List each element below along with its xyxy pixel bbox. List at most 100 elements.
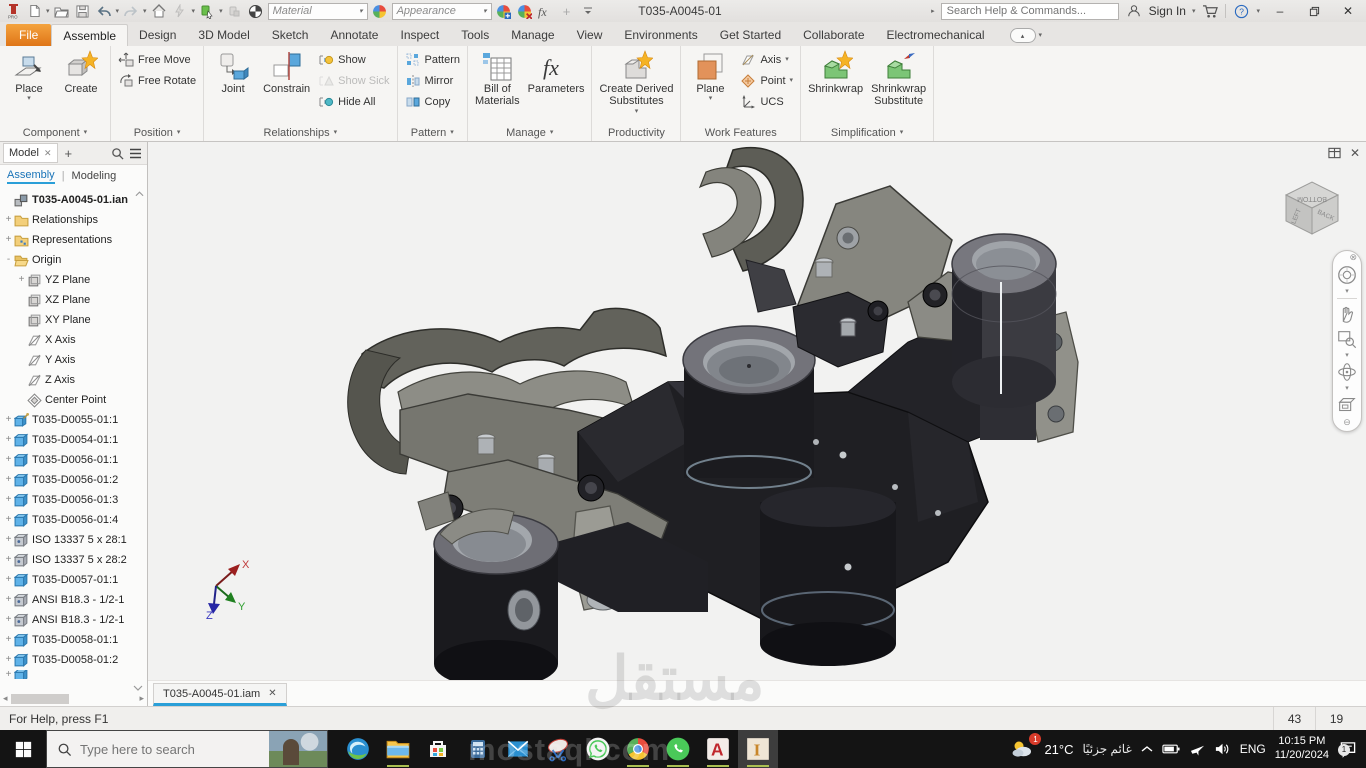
battery-icon[interactable] [1162,743,1181,755]
dropdown-caret-icon[interactable]: ▾ [709,95,713,102]
redo-icon[interactable] [122,2,140,20]
mirror-button[interactable]: Mirror [402,70,463,91]
ribbon-collapse-caret[interactable]: ▾ [1039,32,1043,39]
dropdown-caret-icon[interactable]: ▾ [790,77,794,84]
panel-caret-icon[interactable]: ▾ [550,129,554,136]
taskbar-whatsapp-icon[interactable] [658,730,698,768]
help-caret[interactable]: ▾ [1256,8,1260,15]
tree-item-xy-plane[interactable]: XY Plane [0,310,147,330]
place-button[interactable]: Place ▾ [4,49,54,103]
panel-title-productivity[interactable]: Productivity [596,124,676,141]
ribbon-display-options[interactable]: ▴ ▾ [1009,28,1043,43]
taskbar-calculator-icon[interactable] [458,730,498,768]
color-wheel-icon[interactable] [371,2,389,20]
panel-caret-icon[interactable]: ▾ [334,129,338,136]
tree-item-t035-d0056-01-2[interactable]: + T035-D0056-01:2 [0,470,147,490]
shrinkwrap-button[interactable]: Shrinkwrap [805,49,866,96]
expand-icon[interactable]: + [3,555,14,565]
panel-title-manage[interactable]: Manage ▾ [472,124,587,141]
document-tab[interactable]: T035-A0045-01.iam ✕ [153,683,287,706]
viewport-canvas[interactable] [148,142,1366,706]
expand-icon[interactable]: + [3,595,14,605]
zoom-caret[interactable]: ▾ [1345,352,1349,359]
panel-title-work-features[interactable]: Work Features [685,124,796,141]
subwindow-layout-icon[interactable] [1328,147,1341,159]
tree-item-t035-d0058-01-2[interactable]: + T035-D0058-01:2 [0,650,147,670]
taskbar-inventor-icon[interactable]: I [738,730,778,768]
taskbar-edge-icon[interactable] [338,730,378,768]
help-search-input[interactable] [940,2,1119,20]
search-highlight-image[interactable] [269,731,327,767]
new-file-caret[interactable]: ▾ [46,8,50,15]
language-indicator[interactable]: ENG [1240,742,1266,756]
tree-item-z-axis[interactable]: Z Axis [0,370,147,390]
open-file-icon[interactable] [53,2,71,20]
panel-caret-icon[interactable]: ▾ [900,129,904,136]
restore-button[interactable] [1300,1,1328,21]
sign-in-button[interactable]: Sign In [1149,4,1186,18]
material-ball-icon[interactable] [247,2,265,20]
tree-item-iso-13337-5-x-28-2[interactable]: + ISO 13337 5 x 28:2 [0,550,147,570]
create-derived-substitutes-button[interactable]: Create Derived Substitutes ▾ [596,49,676,116]
collapse-icon[interactable]: - [3,255,14,265]
sign-in-caret[interactable]: ▾ [1192,8,1196,15]
navbar-collapse-icon[interactable]: ⊖ [1343,418,1351,427]
free-move-button[interactable]: Free Move [115,49,199,70]
expand-icon[interactable]: + [3,515,14,525]
panel-title-simplification[interactable]: Simplification ▾ [805,124,929,141]
ribbon-tab-get-started[interactable]: Get Started [709,24,792,46]
taskbar-autocad-icon[interactable]: A [698,730,738,768]
weather-temp[interactable]: 21°C [1044,742,1073,757]
joint-button[interactable]: Joint [208,49,258,96]
volume-icon[interactable] [1214,742,1231,756]
tree-item-center-point[interactable]: Center Point [0,390,147,410]
expand-icon[interactable]: + [3,535,14,545]
tree-item-partial[interactable]: + [0,670,147,679]
free-rotate-button[interactable]: Free Rotate [115,70,199,91]
browser-tab-close-icon[interactable]: ✕ [44,148,52,159]
appearance-select[interactable]: Appearance ▾ [391,2,492,20]
tree-item-t035-d0056-01-4[interactable]: + T035-D0056-01:4 [0,510,147,530]
start-button[interactable] [0,730,46,768]
chevron-right-icon[interactable]: ▸ [931,8,935,15]
shrinkwrap-substitute-button[interactable]: Shrinkwrap Substitute [868,49,929,109]
tree-item-t035-d0054-01-1[interactable]: + T035-D0054-01:1 [0,430,147,450]
ribbon-tab-inspect[interactable]: Inspect [389,24,450,46]
tree-item-t035-d0058-01-1[interactable]: + T035-D0058-01:1 [0,630,147,650]
airplane-mode-icon[interactable] [1190,742,1205,757]
orbit-icon[interactable] [1335,360,1359,384]
panel-caret-icon[interactable]: ▾ [177,129,181,136]
ribbon-tab-manage[interactable]: Manage [500,24,565,46]
parameters-button[interactable]: fx Parameters [525,49,588,96]
taskbar-search-input[interactable] [80,741,240,757]
expand-icon[interactable]: + [3,670,14,679]
ribbon-tab-design[interactable]: Design [128,24,187,46]
add-browser-tab-button[interactable]: + [62,146,76,161]
panel-title-component[interactable]: Component ▾ [4,124,106,141]
panel-caret-icon[interactable]: ▾ [84,129,88,136]
expand-icon[interactable]: + [16,275,27,285]
weather-desc[interactable]: غائم جزئيًا [1082,742,1131,756]
add-command-icon[interactable]: + [558,2,576,20]
ribbon-tab-tools[interactable]: Tools [450,24,500,46]
clock[interactable]: 10:15 PM 11/20/2024 [1275,735,1329,763]
tree-item-relationships[interactable]: + Relationships [0,210,147,230]
save-icon[interactable] [74,2,92,20]
expand-icon[interactable]: + [3,455,14,465]
zoom-window-icon[interactable] [1335,327,1359,351]
point-button[interactable]: Point ▾ [737,70,796,91]
tree-item-yz-plane[interactable]: + YZ Plane [0,270,147,290]
fx-parameters-icon[interactable]: fx [537,2,555,20]
minimize-button[interactable]: – [1266,1,1294,21]
expand-icon[interactable]: + [3,575,14,585]
navbar-close-icon[interactable]: ⊗ [1349,253,1357,262]
expand-icon[interactable]: + [3,615,14,625]
expand-icon[interactable]: + [3,635,14,645]
local-update-caret[interactable]: ▾ [219,8,223,15]
tree-item-iso-13337-5-x-28-1[interactable]: + ISO 13337 5 x 28:1 [0,530,147,550]
navigation-wheel-icon[interactable] [1335,263,1359,287]
expand-icon[interactable]: + [3,415,14,425]
dropdown-caret-icon[interactable]: ▾ [635,108,639,115]
browser-hscrollbar[interactable]: ◂ ▸ [0,691,147,706]
copy-button[interactable]: Copy [402,91,463,112]
